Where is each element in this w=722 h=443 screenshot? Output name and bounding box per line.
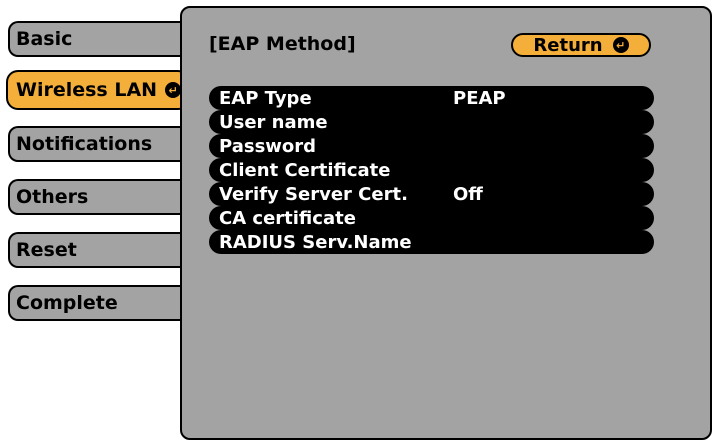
sidebar-item-notifications[interactable]: Notifications bbox=[8, 126, 184, 162]
setting-row-user-name[interactable]: User name bbox=[209, 110, 654, 134]
setting-label: CA certificate bbox=[219, 207, 356, 229]
return-button[interactable]: Return ↵ bbox=[511, 33, 651, 57]
setting-label: EAP Type bbox=[219, 87, 312, 109]
setting-label: Password bbox=[219, 135, 317, 157]
enter-icon: ↵ bbox=[612, 37, 629, 53]
setting-row-client-certificate[interactable]: Client Certificate bbox=[209, 158, 654, 182]
sidebar-item-label: Notifications bbox=[16, 133, 153, 155]
sidebar-item-label: Others bbox=[16, 186, 89, 208]
enter-icon: ↵ bbox=[165, 82, 182, 98]
sidebar-item-label: Wireless LAN bbox=[16, 79, 158, 101]
settings-panel: [EAP Method] Return ↵ EAP Type PEAP User… bbox=[180, 6, 712, 440]
setting-label: Client Certificate bbox=[219, 159, 391, 181]
setting-label: User name bbox=[219, 111, 328, 133]
setting-row-ca-certificate[interactable]: CA certificate bbox=[209, 206, 654, 230]
sidebar-item-label: Reset bbox=[16, 239, 77, 261]
sidebar-item-label: Complete bbox=[16, 292, 118, 314]
setting-row-verify-server-cert[interactable]: Verify Server Cert. Off bbox=[209, 182, 654, 206]
sidebar-item-reset[interactable]: Reset bbox=[8, 232, 184, 268]
sidebar-item-complete[interactable]: Complete bbox=[8, 285, 184, 321]
setting-row-eap-type[interactable]: EAP Type PEAP bbox=[209, 86, 654, 110]
sidebar-item-others[interactable]: Others bbox=[8, 179, 184, 215]
setting-label: Verify Server Cert. bbox=[219, 183, 408, 205]
setting-label: RADIUS Serv.Name bbox=[219, 231, 412, 253]
panel-title: [EAP Method] bbox=[209, 33, 356, 55]
setting-row-radius-serv-name[interactable]: RADIUS Serv.Name bbox=[209, 230, 654, 254]
sidebar-item-label: Basic bbox=[16, 28, 73, 50]
return-button-label: Return bbox=[533, 34, 603, 56]
setting-value: PEAP bbox=[453, 87, 506, 109]
sidebar-item-wireless-lan[interactable]: Wireless LAN ↵ bbox=[8, 72, 188, 108]
sidebar-item-basic[interactable]: Basic bbox=[8, 21, 184, 57]
setting-value: Off bbox=[453, 183, 483, 205]
setting-row-password[interactable]: Password bbox=[209, 134, 654, 158]
